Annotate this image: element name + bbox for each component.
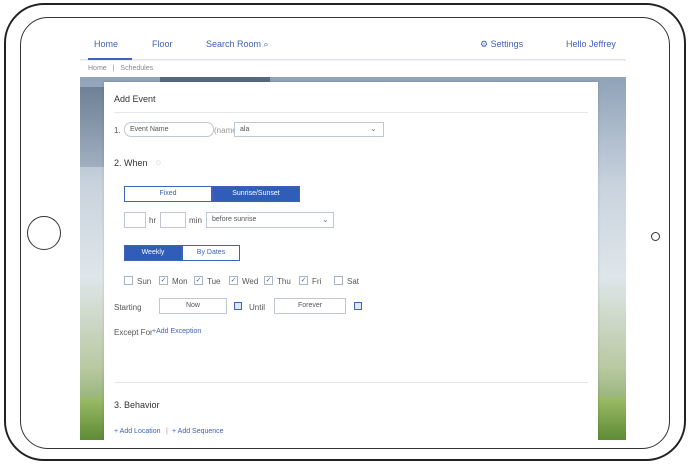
- breadcrumb-home[interactable]: Home: [88, 65, 107, 72]
- calendar-icon[interactable]: [354, 302, 362, 310]
- repeat-weekly[interactable]: Weekly: [124, 245, 182, 261]
- day-label: Sat: [347, 277, 360, 286]
- except-label: Except For: [114, 328, 153, 337]
- repeat-by-dates[interactable]: By Dates: [182, 245, 240, 261]
- divider: [114, 382, 588, 383]
- nav-floor[interactable]: Floor: [152, 39, 173, 49]
- day-label: Wed: [242, 277, 259, 286]
- day-checkbox-mon[interactable]: ✓: [159, 276, 168, 285]
- step-1-select-value: ala: [240, 126, 250, 133]
- calendar-icon[interactable]: [234, 302, 242, 310]
- nav-home[interactable]: Home: [94, 39, 118, 49]
- day-label: Tue: [207, 277, 221, 286]
- day-label: Thu: [277, 277, 291, 286]
- breadcrumb-schedules[interactable]: Schedules: [120, 65, 153, 72]
- time-mode-fixed[interactable]: Fixed: [124, 186, 212, 202]
- until-label: Until: [249, 303, 266, 312]
- home-button[interactable]: [27, 216, 61, 250]
- day-checkbox-sat[interactable]: [334, 276, 343, 285]
- divider: [114, 112, 588, 113]
- breadcrumb-separator: |: [112, 65, 115, 72]
- top-nav: Home Floor Search Room ⌕ ⚙ Settings Hell…: [80, 30, 626, 60]
- day-label: Mon: [172, 277, 188, 286]
- day-checkbox-fri[interactable]: ✓: [299, 276, 308, 285]
- breadcrumb: Home | Schedules: [80, 61, 626, 77]
- step-1-select[interactable]: ala: [234, 122, 384, 137]
- day-checkbox-sun[interactable]: [124, 276, 133, 285]
- add-event-card: Add Event 1. Event Name (name) ala ⌄ 2. …: [104, 82, 598, 440]
- minutes-input[interactable]: [160, 212, 186, 228]
- nav-search-room-label: Search Room: [206, 39, 262, 49]
- add-exception-link[interactable]: +Add Exception: [152, 328, 201, 335]
- starting-label: Starting: [114, 303, 142, 312]
- day-checkbox-thu[interactable]: ✓: [264, 276, 273, 285]
- info-icon[interactable]: ◌: [156, 158, 161, 167]
- step-2-title: 2. When: [114, 158, 148, 168]
- hours-label: hr: [149, 216, 157, 225]
- chevron-down-icon: ⌄: [370, 124, 377, 133]
- day-label: Fri: [312, 277, 322, 286]
- add-location-link[interactable]: + Add Location: [114, 428, 161, 435]
- search-icon: ⌕: [263, 39, 269, 49]
- time-mode-sunrise-sunset[interactable]: Sunrise/Sunset: [212, 186, 300, 202]
- app-screen: Home Floor Search Room ⌕ ⚙ Settings Hell…: [80, 30, 626, 440]
- nav-settings-label: Settings: [490, 39, 524, 49]
- active-tab-indicator: [88, 58, 132, 60]
- step-3-title: 3. Behavior: [114, 400, 160, 410]
- offset-select-value: before sunrise: [212, 216, 257, 223]
- step-1-number: 1.: [114, 126, 121, 135]
- user-greeting[interactable]: Hello Jeffrey: [566, 39, 616, 49]
- add-sequence-link[interactable]: + Add Sequence: [172, 428, 224, 435]
- chevron-down-icon: ⌄: [322, 215, 329, 224]
- camera-icon: [651, 232, 660, 241]
- day-checkbox-tue[interactable]: ✓: [194, 276, 203, 285]
- nav-settings[interactable]: ⚙ Settings: [480, 39, 523, 50]
- minutes-label: min: [189, 216, 202, 225]
- event-name-input[interactable]: Event Name: [124, 122, 214, 137]
- nav-search-room[interactable]: Search Room ⌕: [206, 39, 269, 50]
- day-checkbox-wed[interactable]: ✓: [229, 276, 238, 285]
- gear-icon: ⚙: [480, 39, 489, 49]
- offset-select[interactable]: before sunrise: [206, 212, 334, 228]
- starting-input[interactable]: Now: [159, 298, 227, 314]
- link-divider: |: [166, 428, 168, 435]
- until-input[interactable]: Forever: [274, 298, 346, 314]
- card-title: Add Event: [114, 94, 156, 104]
- hours-input[interactable]: [124, 212, 146, 228]
- day-label: Sun: [137, 277, 152, 286]
